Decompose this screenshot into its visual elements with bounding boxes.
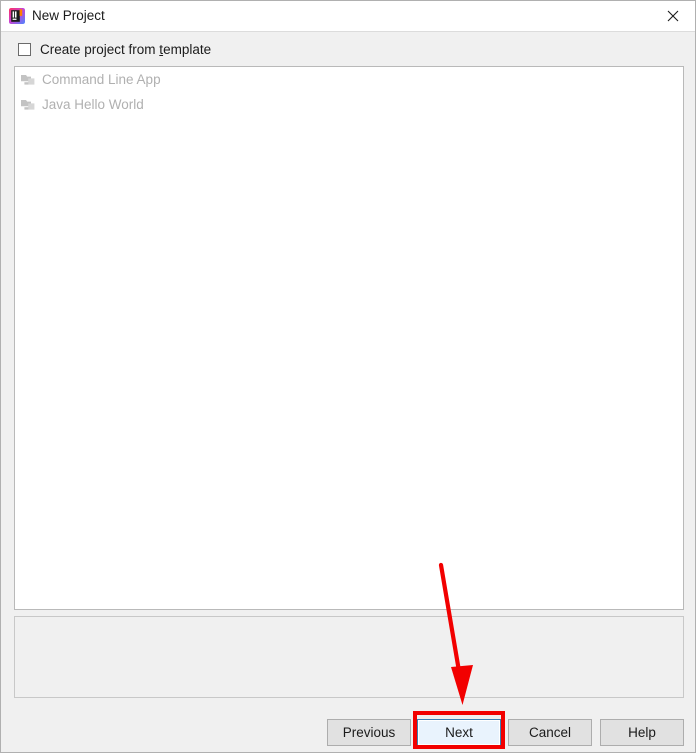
dialog-button-bar: Previous Next Cancel Help xyxy=(1,701,695,752)
next-button[interactable]: Next xyxy=(417,719,501,746)
list-item-label: Java Hello World xyxy=(42,97,144,112)
folder-module-icon xyxy=(20,97,36,113)
folder-module-icon xyxy=(20,72,36,88)
cancel-button[interactable]: Cancel xyxy=(508,719,592,746)
checkbox-label-part1: Create project from xyxy=(40,41,160,57)
close-icon[interactable] xyxy=(650,1,695,31)
template-description-panel xyxy=(14,616,684,698)
new-project-dialog: New Project Create project from template… xyxy=(0,0,696,753)
list-item[interactable]: Java Hello World xyxy=(15,92,683,117)
window-title: New Project xyxy=(32,8,105,23)
intellij-idea-icon xyxy=(9,8,25,24)
list-item-label: Command Line App xyxy=(42,72,161,87)
previous-button[interactable]: Previous xyxy=(327,719,411,746)
list-item[interactable]: Command Line App xyxy=(15,67,683,92)
help-button[interactable]: Help xyxy=(600,719,684,746)
create-from-template-label[interactable]: Create project from template xyxy=(40,42,211,57)
title-bar: New Project xyxy=(1,1,695,32)
checkbox-label-part2: emplate xyxy=(163,41,212,57)
create-from-template-row[interactable]: Create project from template xyxy=(1,32,695,66)
create-from-template-checkbox[interactable] xyxy=(18,42,31,56)
project-template-list[interactable]: Command Line App Java Hello World xyxy=(14,66,684,610)
